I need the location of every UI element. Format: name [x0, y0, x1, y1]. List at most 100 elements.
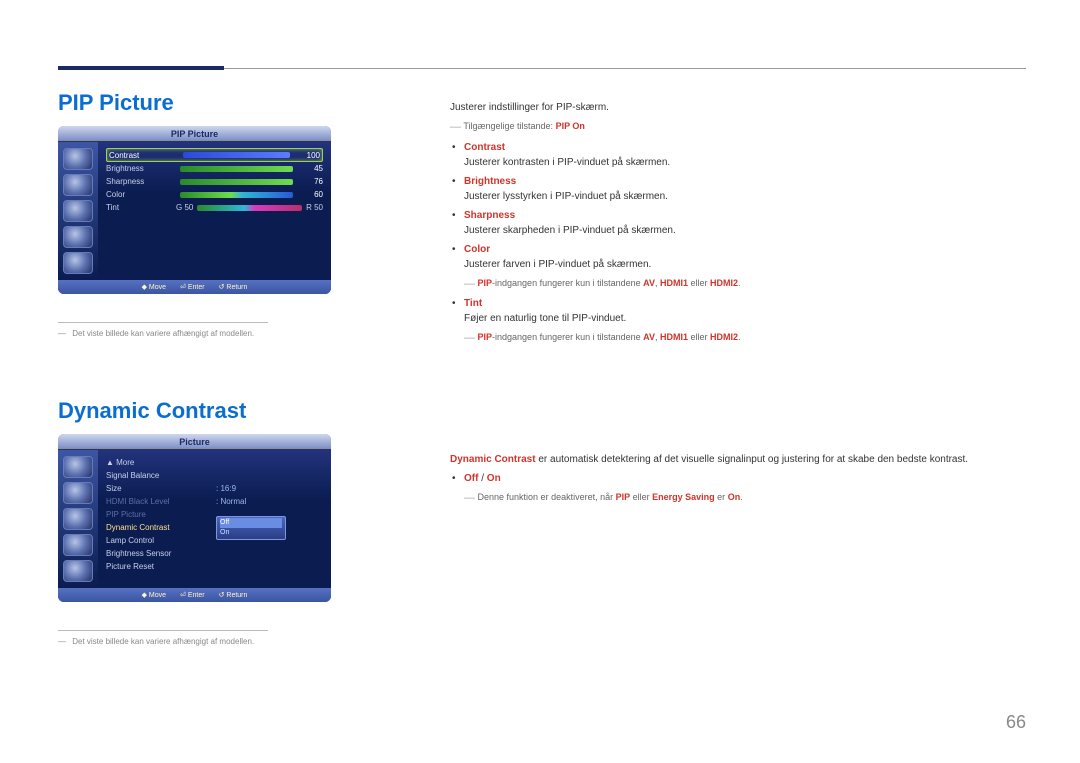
layers-icon: [63, 252, 93, 274]
osd1-sharpness-label: Sharpness: [106, 177, 176, 186]
modes-line: ― Tilgængelige tilstande: PIP On: [450, 119, 1030, 136]
osd1-return: Return: [226, 284, 247, 291]
opt-on: On: [487, 473, 501, 484]
section1-title: PIP Picture: [58, 90, 358, 116]
osd-pip-picture: PIP Picture Contrast 100 Brightness 45: [58, 126, 331, 294]
speaker-icon: [63, 200, 93, 222]
note2-dash: ―: [58, 637, 66, 646]
osd1-contrast-val: 100: [294, 151, 320, 160]
osd2-move: Move: [149, 592, 166, 599]
opt-off: Off: [464, 473, 478, 484]
item-contrast: Contrast Justerer kontrasten i PIP-vindu…: [464, 140, 1030, 170]
item-sharpness: Sharpness Justerer skarpheden i PIP-vind…: [464, 208, 1030, 238]
item-sharpness-name: Sharpness: [464, 208, 1030, 223]
osd2-row-dyncontrast: Dynamic Contrast Off On: [106, 521, 323, 534]
osd2-dropdown: Off On: [216, 516, 286, 540]
section2-title: Dynamic Contrast: [58, 398, 358, 424]
item-color: Color Justerer farven i PIP-vinduet på s…: [464, 242, 1030, 293]
header-accent: [58, 66, 224, 70]
item-color-desc: Justerer farven i PIP-vinduet på skærmen…: [464, 257, 1030, 272]
right-col-2: Dynamic Contrast er automatisk detekteri…: [450, 452, 1030, 511]
tint-r-val: 50: [314, 203, 323, 212]
slider-contrast: [183, 152, 290, 158]
osd1-sidebar-icons: [58, 142, 98, 280]
gear-icon: [63, 226, 93, 248]
osd1-move: Move: [149, 284, 166, 291]
tint-g-label: G: [176, 203, 182, 212]
modes-value: PIP On: [556, 121, 585, 131]
screen-icon: [63, 482, 93, 504]
osd2-sidebar-icons: [58, 450, 98, 588]
slider-brightness: [180, 166, 293, 172]
osd1-color-val: 60: [297, 190, 323, 199]
right-col-1: Justerer indstillinger for PIP-skærm. ― …: [450, 100, 1030, 351]
tint-r-label: R: [306, 203, 312, 212]
item-contrast-name: Contrast: [464, 140, 1030, 155]
camera-icon: [63, 148, 93, 170]
camera-icon: [63, 456, 93, 478]
osd1-row-brightness: Brightness 45: [106, 162, 323, 175]
osd2-enter: Enter: [188, 592, 205, 599]
slider-tint: [197, 205, 302, 211]
layers-icon: [63, 560, 93, 582]
osd1-row-color: Color 60: [106, 188, 323, 201]
note1: ― Det viste billede kan variere afhængig…: [58, 322, 358, 338]
osd1-brightness-label: Brightness: [106, 164, 176, 173]
intro-text: Justerer indstillinger for PIP-skærm.: [450, 100, 1030, 115]
tint-footnote: ― PIP-indgangen fungerer kun i tilstande…: [464, 330, 1030, 347]
item-color-name: Color: [464, 242, 1030, 257]
osd2-return: Return: [226, 592, 247, 599]
osd1-enter: Enter: [188, 284, 205, 291]
note1-dash: ―: [58, 329, 66, 338]
osd1-title: PIP Picture: [58, 126, 331, 142]
item-brightness: Brightness Justerer lysstyrken i PIP-vin…: [464, 174, 1030, 204]
dyn-lead-name: Dynamic Contrast: [450, 454, 536, 465]
item-brightness-desc: Justerer lysstyrken i PIP-vinduet på skæ…: [464, 189, 1030, 204]
item-tint: Tint Føjer en naturlig tone til PIP-vind…: [464, 296, 1030, 347]
item-tint-name: Tint: [464, 296, 1030, 311]
dropdown-off: Off: [220, 518, 282, 528]
slider-color: [180, 192, 293, 198]
osd1-row-contrast: Contrast 100: [106, 148, 323, 162]
note2-text: Det viste billede kan variere afhængigt …: [72, 637, 254, 646]
osd1-footer: ◆ Move ⏎ Enter ↺ Return: [58, 280, 331, 294]
osd2-row-size: Size: 16:9: [106, 482, 323, 495]
color-footnote: ― PIP-indgangen fungerer kun i tilstande…: [464, 276, 1030, 293]
osd2-row-picreset: Picture Reset: [106, 560, 323, 573]
item-sharpness-desc: Justerer skarpheden i PIP-vinduet på skæ…: [464, 223, 1030, 238]
dyn-lead-rest: er automatisk detektering af det visuell…: [536, 454, 968, 465]
dropdown-on: On: [220, 528, 282, 538]
osd2-row-signal: Signal Balance: [106, 469, 323, 482]
osd1-sharpness-val: 76: [297, 177, 323, 186]
screen-icon: [63, 174, 93, 196]
item-tint-desc: Føjer en naturlig tone til PIP-vinduet.: [464, 311, 1030, 326]
osd1-tint-label: Tint: [106, 203, 176, 212]
osd1-row-sharpness: Sharpness 76: [106, 175, 323, 188]
note1-text: Det viste billede kan variere afhængigt …: [72, 329, 254, 338]
osd1-brightness-val: 45: [297, 164, 323, 173]
osd1-color-label: Color: [106, 190, 176, 199]
osd2-title: Picture: [58, 434, 331, 450]
modes-label: Tilgængelige tilstande:: [463, 121, 553, 131]
tint-g-val: 50: [184, 203, 193, 212]
osd1-row-tint: Tint G 50 R 50: [106, 201, 323, 214]
osd2-row-lamp: Lamp Control: [106, 534, 323, 547]
page-number: 66: [1006, 712, 1026, 733]
left-column: PIP Picture PIP Picture Contrast 100 Bri…: [58, 90, 358, 646]
item-contrast-desc: Justerer kontrasten i PIP-vinduet på skæ…: [464, 155, 1030, 170]
dyn-options: Off / On: [464, 471, 1030, 486]
osd1-contrast-label: Contrast: [109, 151, 179, 160]
osd2-row-pip: PIP Picture: [106, 508, 323, 521]
osd2-row-brightsensor: Brightness Sensor: [106, 547, 323, 560]
speaker-icon: [63, 508, 93, 530]
item-brightness-name: Brightness: [464, 174, 1030, 189]
osd2-row-hdmi: HDMI Black Level: Normal: [106, 495, 323, 508]
dyn-condition: ― Denne funktion er deaktiveret, når PIP…: [464, 490, 1030, 507]
dyn-lead: Dynamic Contrast er automatisk detekteri…: [450, 452, 1030, 467]
osd2-more: ▲ More: [106, 456, 323, 469]
gear-icon: [63, 534, 93, 556]
osd-dynamic-contrast: Picture ▲ More Signal Balance Size: 16:9…: [58, 434, 331, 602]
note2: ― Det viste billede kan variere afhængig…: [58, 630, 358, 646]
slider-sharpness: [180, 179, 293, 185]
osd2-footer: ◆ Move ⏎ Enter ↺ Return: [58, 588, 331, 602]
